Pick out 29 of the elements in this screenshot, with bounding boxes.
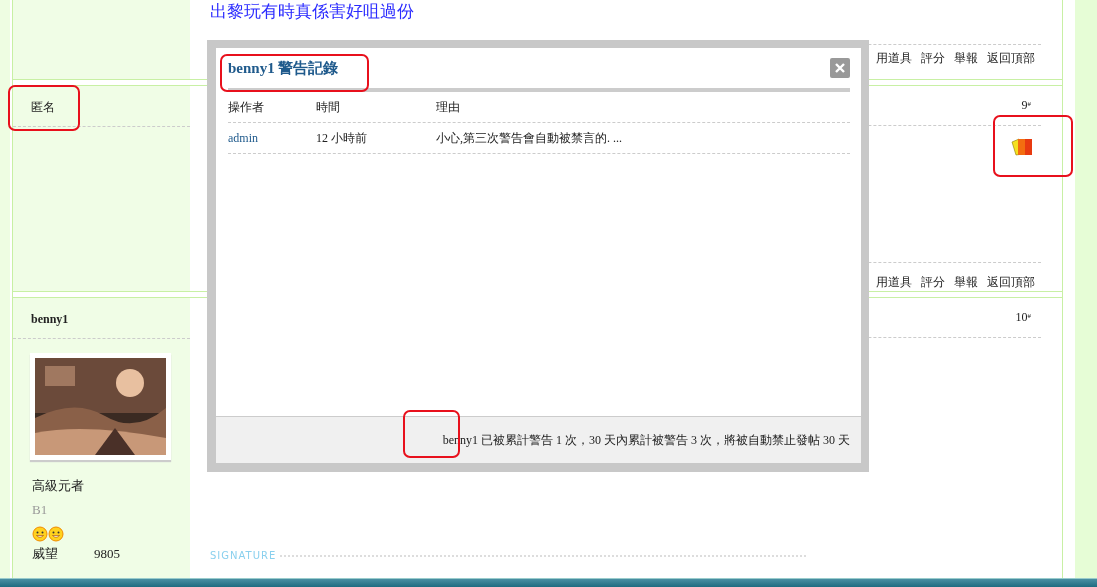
post-action-link[interactable]: 用道具 (876, 273, 912, 291)
post-action-link[interactable]: 用道具 (876, 49, 912, 67)
table-cell-text: 小心,第三次警告會自動被禁言的. ... (436, 130, 622, 147)
author-name[interactable]: benny1 (13, 298, 190, 338)
post-action-link[interactable]: 舉報 (954, 273, 978, 291)
highlight-box (8, 85, 80, 131)
post-action-link[interactable]: 返回頂部 (987, 273, 1035, 291)
column-header: 操作者 (228, 99, 265, 116)
column-header: 理由 (436, 99, 460, 116)
close-button[interactable] (830, 58, 850, 78)
table-cell-text: 12 小時前 (316, 130, 368, 147)
warning-card-icon[interactable] (1011, 138, 1033, 156)
author-name[interactable]: 匿名 (13, 86, 190, 126)
stat-value: 9805 (94, 545, 120, 563)
dialog-title: benny1 警告記錄 (228, 58, 339, 78)
thread-title: 出黎玩有時真係害好咀過份 (210, 1, 415, 23)
member-rank: 高級元者 (32, 477, 85, 495)
post-action-link[interactable]: 評分 (921, 49, 945, 67)
member-group: B1 (32, 498, 190, 522)
smiley-icon (32, 526, 48, 542)
stat-label: 威望 (32, 545, 59, 563)
post-action-link[interactable]: 返回頂部 (987, 49, 1035, 67)
smiley-icon (48, 526, 64, 542)
close-icon (835, 63, 845, 73)
operator-link[interactable]: admin (228, 129, 316, 147)
signature-label: SIGNATURE (210, 549, 277, 563)
column-header: 時間 (316, 99, 341, 116)
post-action-link[interactable]: 評分 (921, 273, 945, 291)
post-action-link[interactable]: 舉報 (954, 49, 978, 67)
